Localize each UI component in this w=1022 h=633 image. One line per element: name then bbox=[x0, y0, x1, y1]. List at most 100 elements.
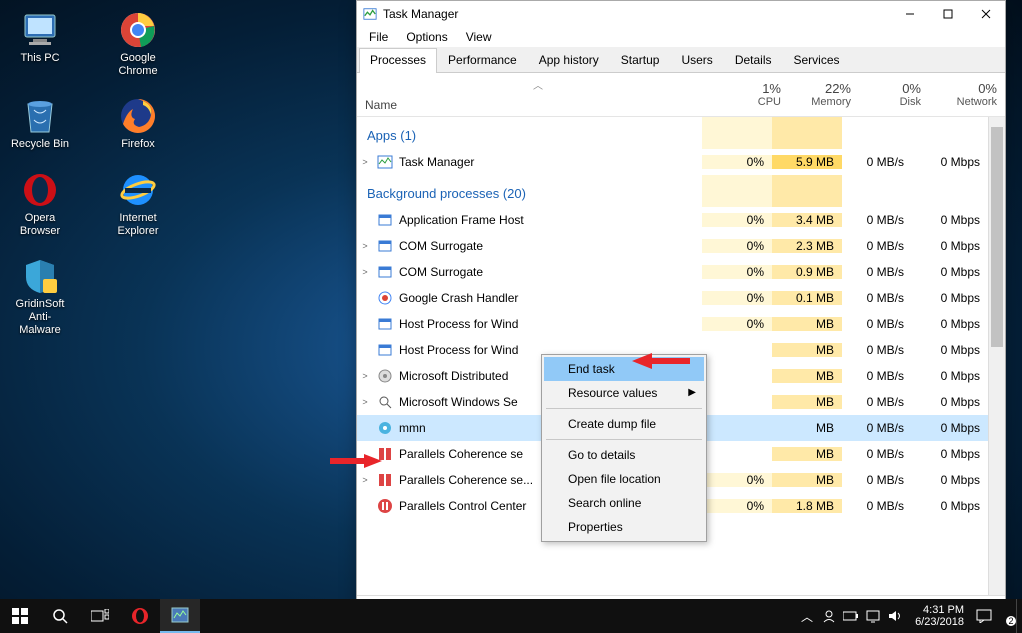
cell-cpu: 0% bbox=[702, 317, 772, 331]
process-icon bbox=[377, 264, 393, 280]
opera-icon bbox=[20, 170, 60, 210]
taskbar-clock[interactable]: 4:31 PM 6/23/2018 bbox=[909, 604, 970, 628]
cell-network: 0 Mbps bbox=[912, 343, 988, 357]
ie-icon bbox=[118, 170, 158, 210]
column-memory[interactable]: 22%Memory bbox=[789, 73, 859, 116]
process-icon bbox=[377, 498, 393, 514]
menu-file[interactable]: File bbox=[361, 29, 396, 45]
cell-network: 0 Mbps bbox=[912, 317, 988, 331]
process-row[interactable]: >COM Surrogate0%0.9 MB0 MB/s0 Mbps bbox=[357, 259, 988, 285]
search-button[interactable] bbox=[40, 599, 80, 633]
desktop-icon-this-pc-icon[interactable]: This PC bbox=[8, 10, 72, 78]
action-center-icon[interactable] bbox=[976, 608, 992, 624]
cell-cpu: 0% bbox=[702, 499, 772, 513]
expand-toggle[interactable]: > bbox=[357, 475, 373, 485]
taskmgr-taskbar-icon bbox=[171, 607, 189, 623]
minimize-button[interactable] bbox=[891, 1, 929, 27]
cell-memory: 1.8 MB bbox=[772, 499, 842, 513]
scrollbar-thumb[interactable] bbox=[991, 127, 1003, 347]
context-create-dump-file[interactable]: Create dump file bbox=[544, 412, 704, 436]
start-button[interactable] bbox=[0, 599, 40, 633]
context-open-file-location[interactable]: Open file location bbox=[544, 467, 704, 491]
tab-performance[interactable]: Performance bbox=[437, 48, 528, 73]
expand-toggle[interactable]: > bbox=[357, 157, 373, 167]
desktop-icon-label: Internet Explorer bbox=[106, 212, 170, 238]
column-cpu[interactable]: 1%CPU bbox=[719, 73, 789, 116]
section-header: Apps (1) bbox=[357, 117, 702, 149]
chrome-icon bbox=[118, 10, 158, 50]
tab-services[interactable]: Services bbox=[783, 48, 851, 73]
tab-details[interactable]: Details bbox=[724, 48, 783, 73]
context-properties[interactable]: Properties bbox=[544, 515, 704, 539]
process-row[interactable]: Application Frame Host0%3.4 MB0 MB/s0 Mb… bbox=[357, 207, 988, 233]
tab-users[interactable]: Users bbox=[670, 48, 723, 73]
taskmgr-icon bbox=[363, 7, 377, 21]
context-go-to-details[interactable]: Go to details bbox=[544, 443, 704, 467]
cell-disk: 0 MB/s bbox=[842, 473, 912, 487]
process-icon bbox=[377, 394, 393, 410]
expand-toggle[interactable]: > bbox=[357, 267, 373, 277]
desktop-icon-recycle-bin-icon[interactable]: Recycle Bin bbox=[8, 96, 72, 151]
cell-disk: 0 MB/s bbox=[842, 395, 912, 409]
desktop-icon-chrome-icon[interactable]: Google Chrome bbox=[106, 10, 170, 78]
cell-network: 0 Mbps bbox=[912, 421, 988, 435]
process-row[interactable]: >COM Surrogate0%2.3 MB0 MB/s0 Mbps bbox=[357, 233, 988, 259]
process-row[interactable]: Host Process for Wind0%MB0 MB/s0 Mbps bbox=[357, 311, 988, 337]
scrollbar[interactable] bbox=[988, 117, 1005, 595]
tray-battery-icon[interactable] bbox=[843, 608, 859, 624]
tray-chevron-up-icon[interactable]: ︿ bbox=[799, 608, 815, 624]
cell-network: 0 Mbps bbox=[912, 395, 988, 409]
gridinsoft-icon bbox=[20, 256, 60, 296]
column-name[interactable]: ︿ Name bbox=[357, 73, 719, 116]
tray-network-icon[interactable] bbox=[865, 608, 881, 624]
expand-toggle[interactable]: > bbox=[357, 241, 373, 251]
tab-startup[interactable]: Startup bbox=[610, 48, 671, 73]
menu-view[interactable]: View bbox=[458, 29, 500, 45]
desktop-icon-label: GridinSoft Anti-Malware bbox=[8, 298, 72, 338]
column-disk[interactable]: 0%Disk bbox=[859, 73, 929, 116]
context-search-online[interactable]: Search online bbox=[544, 491, 704, 515]
sort-chevron-up-icon: ︿ bbox=[533, 77, 543, 92]
cell-network: 0 Mbps bbox=[912, 447, 988, 461]
column-network[interactable]: 0%Network bbox=[929, 73, 1005, 116]
cell-network: 0 Mbps bbox=[912, 239, 988, 253]
desktop-icon-label: Firefox bbox=[121, 138, 155, 151]
menu-options[interactable]: Options bbox=[398, 29, 455, 45]
search-icon bbox=[52, 608, 68, 624]
process-row[interactable]: Google Crash Handler0%0.1 MB0 MB/s0 Mbps bbox=[357, 285, 988, 311]
process-name: COM Surrogate bbox=[399, 265, 702, 279]
cell-disk: 0 MB/s bbox=[842, 265, 912, 279]
taskbar-opera[interactable] bbox=[120, 599, 160, 633]
process-icon bbox=[377, 290, 393, 306]
show-desktop-button[interactable] bbox=[1016, 599, 1022, 633]
tray-volume-icon[interactable] bbox=[887, 608, 903, 624]
tab-app-history[interactable]: App history bbox=[528, 48, 610, 73]
expand-toggle[interactable]: > bbox=[357, 397, 373, 407]
expand-toggle[interactable]: > bbox=[357, 371, 373, 381]
tab-processes[interactable]: Processes bbox=[359, 48, 437, 73]
desktop-icon-ie-icon[interactable]: Internet Explorer bbox=[106, 170, 170, 238]
desktop-icon-gridinsoft-icon[interactable]: GridinSoft Anti-Malware bbox=[8, 256, 72, 338]
task-view-button[interactable] bbox=[80, 599, 120, 633]
cell-memory: MB bbox=[772, 473, 842, 487]
cell-cpu: 0% bbox=[702, 239, 772, 253]
menu-bar: FileOptionsView bbox=[357, 27, 1005, 47]
system-tray: ︿ 4:31 PM 6/23/2018 2 bbox=[797, 604, 1016, 628]
close-button[interactable] bbox=[967, 1, 1005, 27]
tray-people-icon[interactable] bbox=[821, 608, 837, 624]
titlebar[interactable]: Task Manager bbox=[357, 1, 1005, 27]
task-view-icon bbox=[91, 609, 109, 623]
maximize-button[interactable] bbox=[929, 1, 967, 27]
cell-network: 0 Mbps bbox=[912, 213, 988, 227]
process-icon bbox=[377, 342, 393, 358]
recycle-bin-icon bbox=[20, 96, 60, 136]
cell-network: 0 Mbps bbox=[912, 499, 988, 513]
process-row[interactable]: >Task Manager0%5.9 MB0 MB/s0 Mbps bbox=[357, 149, 988, 175]
context-resource-values[interactable]: Resource values▶ bbox=[544, 381, 704, 405]
cell-disk: 0 MB/s bbox=[842, 369, 912, 383]
taskbar-taskmgr[interactable] bbox=[160, 599, 200, 633]
desktop-icon-opera-icon[interactable]: Opera Browser bbox=[8, 170, 72, 238]
cell-memory: 5.9 MB bbox=[772, 155, 842, 169]
desktop-icon-firefox-icon[interactable]: Firefox bbox=[106, 96, 170, 151]
notification-badge[interactable]: 2 bbox=[998, 608, 1014, 624]
